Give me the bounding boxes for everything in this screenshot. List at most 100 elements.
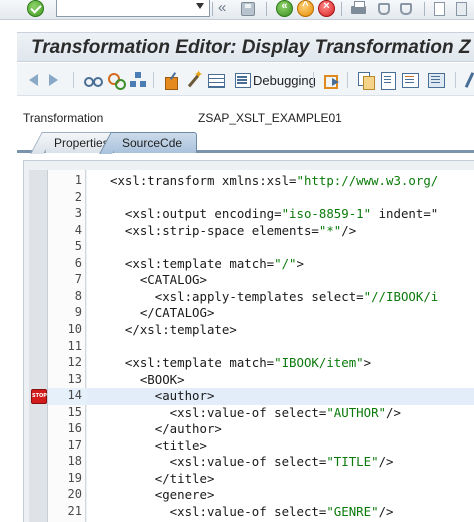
code-line[interactable]: 4 <xsl:strip-space elements="*"/> <box>48 223 474 240</box>
find-next-icon[interactable] <box>398 1 414 17</box>
code-token: <xsl:value-of select= <box>110 404 327 420</box>
toolbar-separator <box>347 72 348 88</box>
line-number: 18 <box>67 454 82 469</box>
system-toolbar: « « ^ × <box>0 0 474 20</box>
code-line[interactable]: 20 <genere> <box>48 487 474 504</box>
code-line[interactable]: 15 <xsl:value-of select="AUTHOR"/> <box>48 405 474 422</box>
activate-icon[interactable] <box>163 71 181 90</box>
command-dropdown-icon[interactable] <box>196 3 204 9</box>
code-line[interactable]: 16 </author> <box>48 421 474 438</box>
forward-arrow-icon[interactable] <box>49 74 58 86</box>
find-icon[interactable] <box>376 1 392 17</box>
code-line[interactable]: 3 <xsl:output encoding="iso-8859-1" inde… <box>48 206 474 223</box>
line-number: 5 <box>74 239 82 254</box>
more-icon[interactable] <box>465 71 474 89</box>
page-title: Transformation Editor: Display Transform… <box>31 37 471 58</box>
tab-sourcecode-label: SourceCde <box>122 136 183 150</box>
string-literal: "AUTHOR" <box>326 404 387 420</box>
line-number: 15 <box>67 404 82 419</box>
code-token: <xsl:template match= <box>110 355 275 371</box>
code-line[interactable]: 10 </xsl:template> <box>48 322 474 339</box>
string-literal: "//IBOOK/i <box>363 288 439 304</box>
code-line[interactable]: 12 <xsl:template match="IBOOK/item"> <box>48 355 474 372</box>
line-number: 1 <box>74 173 82 187</box>
save-icon[interactable] <box>240 1 256 17</box>
code-text: <xsl:template match="/"> <box>110 256 304 271</box>
code-token: <title> <box>110 437 207 453</box>
breakpoint-stop-icon[interactable] <box>31 389 47 404</box>
table-icon[interactable] <box>207 71 225 89</box>
code-line[interactable]: 6 <xsl:template match="/"> <box>48 256 474 273</box>
code-token: <xsl:value-of select= <box>110 504 327 519</box>
debugging-button[interactable]: Debugging <box>253 73 316 88</box>
code-token: /> <box>386 404 401 420</box>
check-icon[interactable] <box>107 71 126 90</box>
code-line[interactable]: 14 <author> <box>48 388 474 405</box>
line-number: 14 <box>67 388 82 403</box>
toolbar-separator <box>212 2 213 16</box>
code-token: <xsl:strip-space elements= <box>110 222 319 238</box>
code-line[interactable]: 17 <title> <box>48 438 474 455</box>
code-line[interactable]: 19 </title> <box>48 471 474 488</box>
code-token: /> <box>378 504 394 519</box>
code-text: <xsl:output encoding="iso-8859-1" indent… <box>110 206 438 221</box>
back-icon[interactable]: « <box>276 0 293 17</box>
line-number: 8 <box>74 288 82 303</box>
double-chevron-icon[interactable]: « <box>218 0 226 16</box>
code-line[interactable]: 1 <xsl:transform xmlns:xsl="http://www.w3… <box>48 173 474 190</box>
code-line[interactable]: 13 <BOOK> <box>48 372 474 389</box>
code-line[interactable]: 8 <xsl:apply-templates select="//IBOOK/i <box>48 289 474 306</box>
breakpoint-gutter[interactable] <box>29 170 48 522</box>
print-icon[interactable] <box>350 1 366 17</box>
line-number: 3 <box>74 206 82 221</box>
display-change-icon[interactable] <box>84 71 103 89</box>
code-token: <xsl:value-of select= <box>110 454 327 470</box>
document-icon[interactable] <box>379 71 397 90</box>
code-line[interactable]: 2 <box>48 190 474 207</box>
cancel-icon[interactable]: × <box>318 0 335 17</box>
transformation-label: Transformation <box>23 111 104 125</box>
command-field[interactable] <box>56 0 210 17</box>
previous-page-icon[interactable] <box>454 1 470 17</box>
code-text: </title> <box>110 471 215 486</box>
debugging-icon[interactable] <box>234 71 252 89</box>
code-token: <author> <box>110 388 215 404</box>
code-token: <BOOK> <box>110 371 185 387</box>
line-number: 20 <box>67 487 82 502</box>
code-line[interactable]: 9 </CATALOG> <box>48 305 474 322</box>
code-token: <CATALOG> <box>110 272 207 288</box>
code-token: <xsl:transform xmlns:xsl= <box>110 173 297 188</box>
documentation-icon[interactable] <box>401 71 419 89</box>
code-line[interactable]: 11 <box>48 339 474 356</box>
code-text: <author> <box>110 388 215 404</box>
code-token: </xsl:template> <box>110 321 237 337</box>
ok-check-icon[interactable] <box>26 0 46 18</box>
toolbar-separator <box>313 72 314 88</box>
application-toolbar: Debugging <box>17 63 474 96</box>
line-number: 7 <box>74 272 82 287</box>
line-number: 13 <box>67 371 82 386</box>
toolbar-separator <box>455 72 456 88</box>
code-text: </xsl:template> <box>110 322 237 337</box>
code-text: <BOOK> <box>110 372 185 387</box>
export-icon[interactable] <box>323 71 341 89</box>
code-token: indent=" <box>371 206 439 222</box>
test-wand-icon[interactable] <box>185 68 203 89</box>
line-number: 16 <box>67 421 82 436</box>
code-line[interactable]: 21 <xsl:value-of select="GENRE"/> <box>48 504 474 521</box>
line-number: 11 <box>67 338 82 353</box>
settings-icon[interactable] <box>427 71 445 89</box>
string-literal: "iso-8859-1" <box>281 206 372 222</box>
hierarchy-icon[interactable] <box>129 71 147 89</box>
code-line[interactable]: 18 <xsl:value-of select="TITLE"/> <box>48 454 474 471</box>
back-arrow-icon[interactable] <box>29 74 38 86</box>
code-text: </CATALOG> <box>110 305 215 320</box>
tab-sourcecode[interactable]: SourceCde <box>113 132 197 153</box>
exit-icon[interactable]: ^ <box>297 0 314 17</box>
title-bar: Transformation Editor: Display Transform… <box>17 32 474 62</box>
code-line[interactable]: 7 <CATALOG> <box>48 272 474 289</box>
first-page-icon[interactable] <box>432 1 448 17</box>
string-literal: "http://www.w3.org/ <box>296 173 439 188</box>
code-line[interactable]: 5 <box>48 239 474 256</box>
copy-icon[interactable] <box>357 71 375 90</box>
